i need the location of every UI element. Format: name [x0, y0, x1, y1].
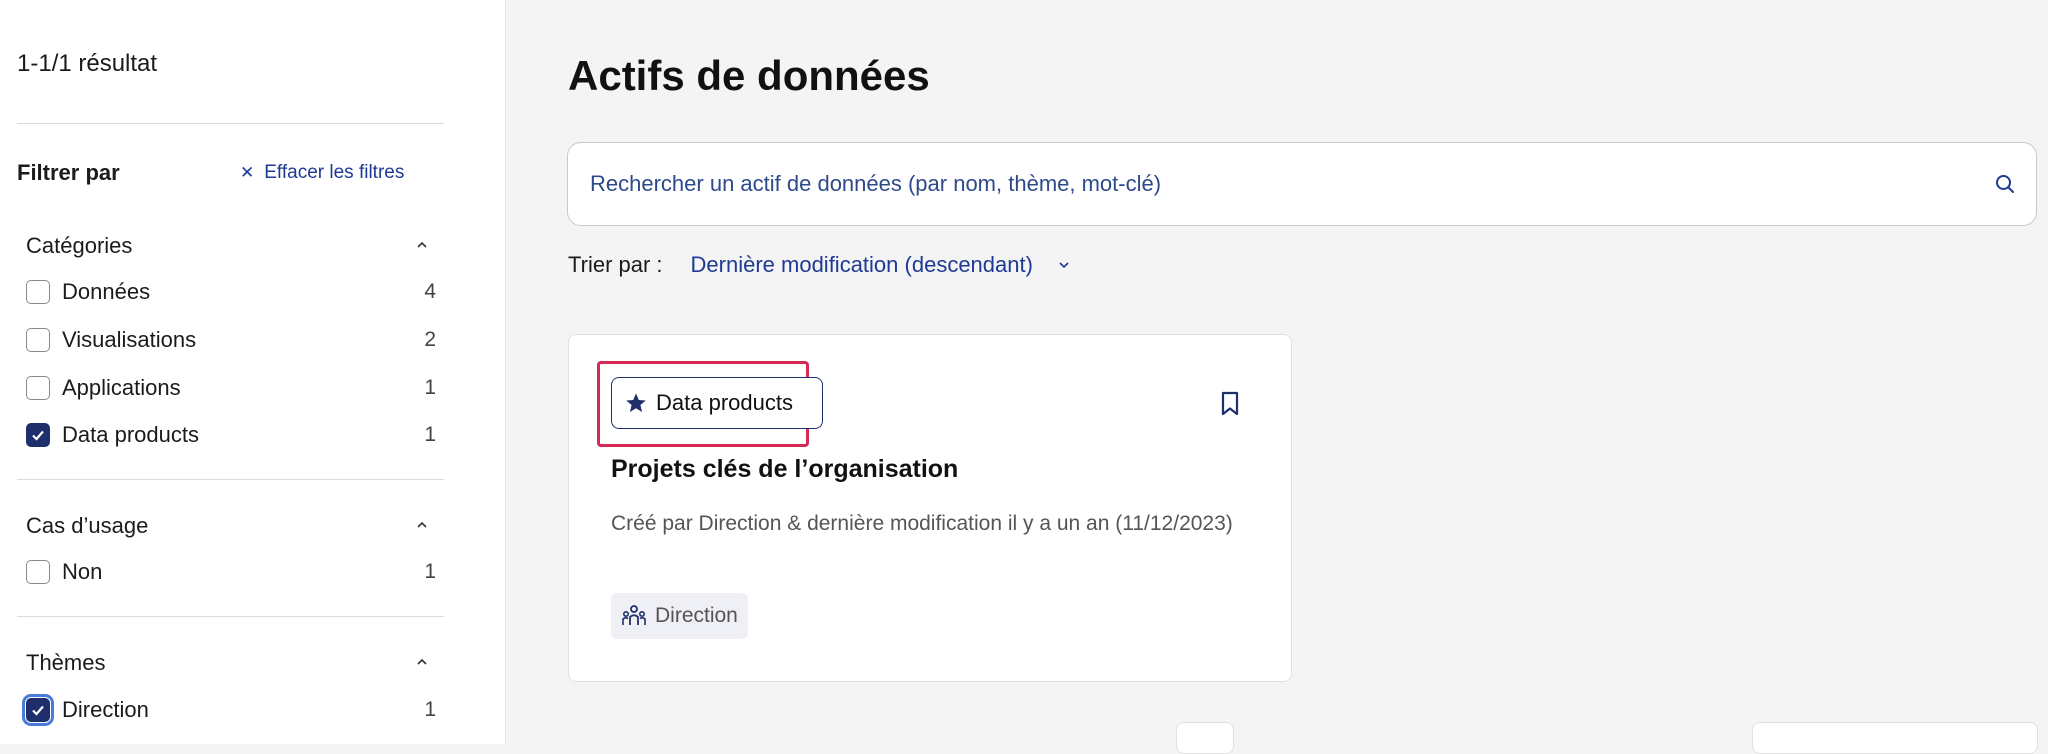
- filter-item-applications[interactable]: Applications 1: [26, 371, 436, 405]
- checkbox[interactable]: [26, 280, 50, 304]
- divider: [17, 123, 444, 124]
- filter-item-donnees[interactable]: Données 4: [26, 275, 436, 309]
- badge-label: Data products: [656, 390, 793, 415]
- filter-item-count: 1: [424, 423, 436, 446]
- card-description: Créé par Direction & dernière modificati…: [611, 512, 1233, 535]
- clear-filters-button[interactable]: ✕ Effacer les filtres: [240, 162, 404, 184]
- sort-label: Trier par :: [568, 252, 663, 277]
- checkbox-checked[interactable]: [26, 423, 50, 447]
- sort-dropdown[interactable]: Dernière modification (descendant): [691, 252, 1071, 278]
- filter-sidebar: 1-1/1 résultat Filtrer par ✕ Effacer les…: [0, 0, 506, 744]
- checkmark-icon: [32, 705, 44, 716]
- sort-value: Dernière modification (descendant): [690, 252, 1033, 277]
- checkmark-icon: [32, 430, 44, 441]
- filter-item-count: 1: [424, 560, 436, 583]
- tag-label: Direction: [655, 604, 738, 627]
- checkbox[interactable]: [26, 328, 50, 352]
- clear-filters-label: Effacer les filtres: [264, 162, 405, 183]
- results-count: 1-1/1 résultat: [17, 50, 158, 77]
- sort-control: Trier par : Dernière modification (desce…: [568, 252, 1071, 278]
- theme-tag[interactable]: Direction: [611, 593, 748, 639]
- filter-item-visualisations[interactable]: Visualisations 2: [26, 323, 436, 357]
- section-title-categories[interactable]: Catégories: [26, 233, 132, 259]
- filter-item-non[interactable]: Non 1: [26, 555, 436, 589]
- filter-item-label: Applications: [62, 375, 181, 400]
- search-icon[interactable]: [1994, 173, 2016, 195]
- filter-title: Filtrer par: [17, 160, 120, 185]
- filter-item-count: 2: [424, 328, 436, 351]
- divider: [17, 616, 444, 617]
- filter-item-label: Visualisations: [62, 327, 197, 352]
- pagination-button[interactable]: [1176, 722, 1234, 754]
- divider: [17, 479, 444, 480]
- section-title-themes[interactable]: Thèmes: [26, 650, 105, 676]
- filter-item-label: Données: [62, 279, 151, 304]
- section-title-use-cases[interactable]: Cas d’usage: [26, 513, 148, 539]
- close-icon: ✕: [240, 163, 255, 182]
- filter-item-label: Direction: [62, 697, 149, 722]
- page-title: Actifs de données: [568, 52, 930, 99]
- asset-card[interactable]: Data products Projets clés de l’organisa…: [568, 334, 1292, 682]
- filter-item-label: Data products: [62, 422, 199, 447]
- filter-item-count: 1: [424, 376, 436, 399]
- checkbox-checked[interactable]: [22, 694, 54, 726]
- star-icon: [626, 393, 646, 412]
- checkbox[interactable]: [26, 376, 50, 400]
- filter-item-direction[interactable]: Direction 1: [22, 693, 436, 727]
- filter-item-data-products[interactable]: Data products 1: [26, 418, 436, 452]
- checkbox[interactable]: [26, 560, 50, 584]
- filter-item-label: Non: [62, 559, 103, 584]
- chevron-up-icon[interactable]: [415, 518, 429, 532]
- search-bar[interactable]: [567, 142, 2037, 226]
- chevron-up-icon[interactable]: [415, 655, 429, 669]
- chevron-down-icon: [1059, 262, 1069, 269]
- bookmark-icon[interactable]: [1219, 391, 1241, 417]
- group-icon: [622, 605, 646, 625]
- filter-item-count: 1: [424, 698, 436, 721]
- data-products-badge: Data products: [611, 377, 823, 429]
- card-title[interactable]: Projets clés de l’organisation: [611, 455, 958, 484]
- per-page-select[interactable]: [1752, 722, 2038, 754]
- filter-item-count: 4: [424, 280, 436, 303]
- search-input[interactable]: [588, 170, 1994, 198]
- chevron-up-icon[interactable]: [415, 238, 429, 252]
